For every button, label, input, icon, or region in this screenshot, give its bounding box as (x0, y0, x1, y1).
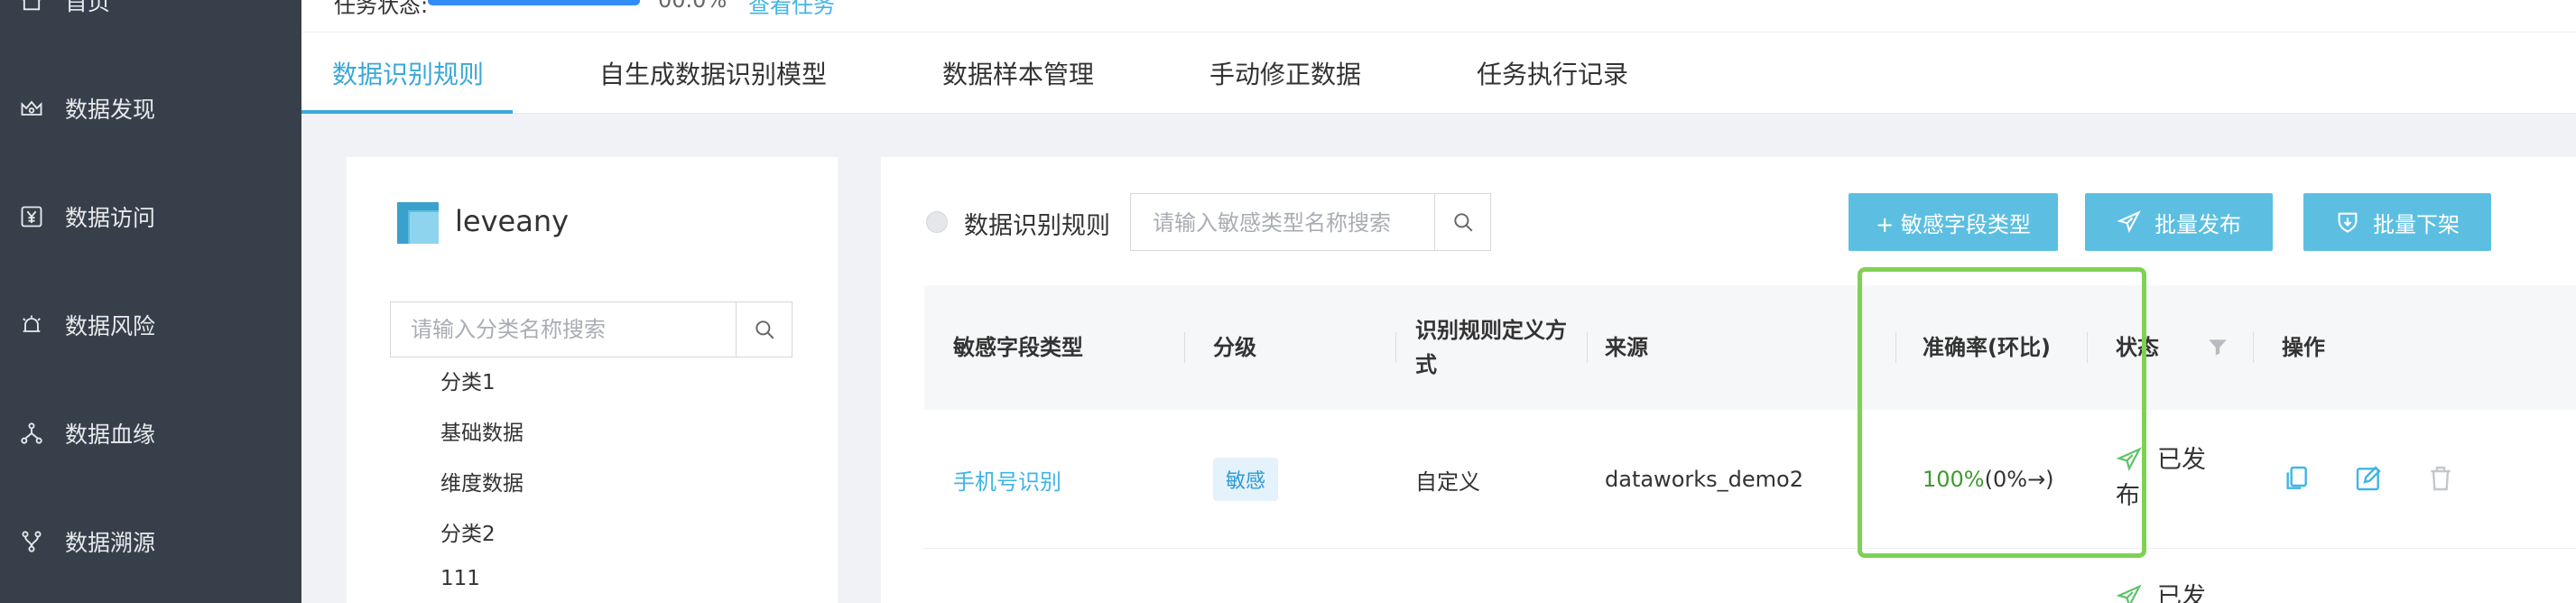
table-icon (397, 202, 439, 244)
yuan-icon (18, 203, 45, 230)
sidebar-item-label: 首页 (65, 0, 111, 15)
copy-icon[interactable] (2282, 464, 2311, 493)
crown-icon (18, 95, 45, 122)
batch-publish-button[interactable]: 批量发布 (2085, 193, 2273, 251)
alarm-icon (18, 311, 45, 339)
table-row: 手机号识别 敏感 自定义 dataworks_demo2 100% (0% →) 已… (924, 410, 2576, 549)
batch-unpublish-button[interactable]: 批量下架 (2303, 193, 2491, 251)
task-progress-text: 00.0% (658, 0, 727, 13)
category-search-input[interactable] (411, 315, 736, 344)
column-header-rule: 识别规则定义方式 (1415, 318, 1567, 377)
branch-icon (18, 528, 45, 555)
column-header-ops: 操作 (2282, 335, 2325, 360)
category-panel: leveany 分类1 基础数据 维度数据 分类2 111 (347, 157, 838, 603)
level-badge: 敏感 (1213, 458, 1279, 501)
table-row: 已发 (924, 549, 2576, 603)
table-header: 敏感字段类型 分级 识别规则定义方式 来源 准确率(环比) 状态 操作 (924, 285, 2576, 410)
button-label: + 敏感字段类型 (1876, 211, 2031, 237)
column-divider (1184, 332, 1185, 363)
tree-item[interactable]: 基础数据 (440, 415, 524, 446)
task-progress-bar (428, 0, 640, 5)
rule-method: 自定义 (1415, 468, 1480, 495)
button-label: 批量发布 (2154, 211, 2241, 237)
tree-item[interactable]: 分类1 (440, 365, 496, 395)
sidebar-item-access[interactable]: 数据访问 (0, 163, 301, 270)
tab-sample-management[interactable]: 数据样本管理 (942, 32, 1094, 114)
column-header-type: 敏感字段类型 (953, 335, 1083, 360)
tab-task-log[interactable]: 任务执行记录 (1477, 32, 1628, 114)
column-header-source: 来源 (1605, 335, 1648, 360)
sidebar-item-label: 数据风险 (65, 313, 156, 339)
filter-icon[interactable] (2206, 336, 2229, 359)
workspace-title: leveany (455, 204, 570, 238)
shield-down-icon (2338, 212, 2358, 233)
column-header-level: 分级 (1213, 335, 1256, 360)
sidebar-item-home[interactable]: 首页 (0, 0, 301, 54)
delete-icon[interactable] (2426, 464, 2455, 493)
published-icon (2116, 584, 2142, 603)
sidebar-item-label: 数据发现 (65, 97, 156, 123)
category-search (390, 302, 792, 357)
tab-bar: 数据识别规则 自生成数据识别模型 数据样本管理 手动修正数据 任务执行记录 (301, 32, 2576, 114)
rule-search-input[interactable] (1153, 209, 1423, 237)
tab-label: 数据识别规则 (332, 60, 485, 89)
tab-label: 自生成数据识别模型 (599, 60, 828, 89)
sidebar: 首页 数据发现 数据访问 数据风险 数据血缘 数据溯源 (0, 0, 301, 603)
tree-item[interactable]: 维度数据 (440, 466, 524, 496)
button-label: 批量下架 (2373, 211, 2460, 237)
column-divider (2253, 332, 2254, 363)
search-icon (755, 320, 774, 339)
tab-recognition-rules[interactable]: 数据识别规则 (332, 32, 484, 114)
sidebar-item-risk[interactable]: 数据风险 (0, 272, 301, 378)
tab-label: 数据样本管理 (942, 60, 1095, 89)
tab-manual-fix[interactable]: 手动修正数据 (1209, 32, 1361, 114)
send-icon (2117, 210, 2141, 234)
sidebar-item-discovery[interactable]: 数据发现 (0, 55, 301, 162)
network-icon (18, 420, 45, 447)
task-status-label: 任务状态: (334, 0, 429, 18)
add-sensitive-type-button[interactable]: + 敏感字段类型 (1849, 193, 2058, 251)
active-tab-indicator (301, 110, 513, 114)
select-all-radio[interactable] (926, 211, 948, 233)
sidebar-item-trace[interactable]: 数据溯源 (0, 488, 301, 595)
sidebar-item-label: 数据溯源 (65, 530, 156, 556)
panel-title: 数据识别规则 (964, 212, 1110, 240)
rule-search (1130, 193, 1491, 251)
view-task-link[interactable]: 查看任务 (748, 0, 835, 19)
status-cell: 已发 (2116, 580, 2215, 603)
home-icon (18, 0, 45, 14)
rules-panel: 数据识别规则 + 敏感字段类型 批量发布 批量下架 敏感字段类型 分级 识别规则… (881, 157, 2576, 603)
category-search-button[interactable] (736, 302, 792, 357)
sidebar-item-lineage[interactable]: 数据血缘 (0, 380, 301, 487)
column-divider (1587, 332, 1588, 363)
tab-label: 手动修正数据 (1209, 60, 1362, 89)
tab-auto-model[interactable]: 自生成数据识别模型 (599, 32, 827, 114)
highlight-annotation (1858, 267, 2146, 558)
rule-search-button[interactable] (1434, 194, 1490, 250)
tree-item[interactable]: 分类2 (440, 516, 496, 547)
column-divider (1395, 332, 1396, 363)
sidebar-item-label: 数据访问 (65, 205, 156, 231)
data-source: dataworks_demo2 (1605, 467, 1803, 492)
search-icon (1453, 213, 1472, 232)
tree-item[interactable]: 111 (440, 567, 480, 590)
edit-icon[interactable] (2354, 464, 2383, 493)
sidebar-item-label: 数据血缘 (65, 422, 156, 448)
rule-type-link[interactable]: 手机号识别 (953, 464, 1061, 496)
task-status-bar: 任务状态: 00.0% 查看任务 (301, 0, 2576, 32)
tab-label: 任务执行记录 (1477, 60, 1629, 89)
